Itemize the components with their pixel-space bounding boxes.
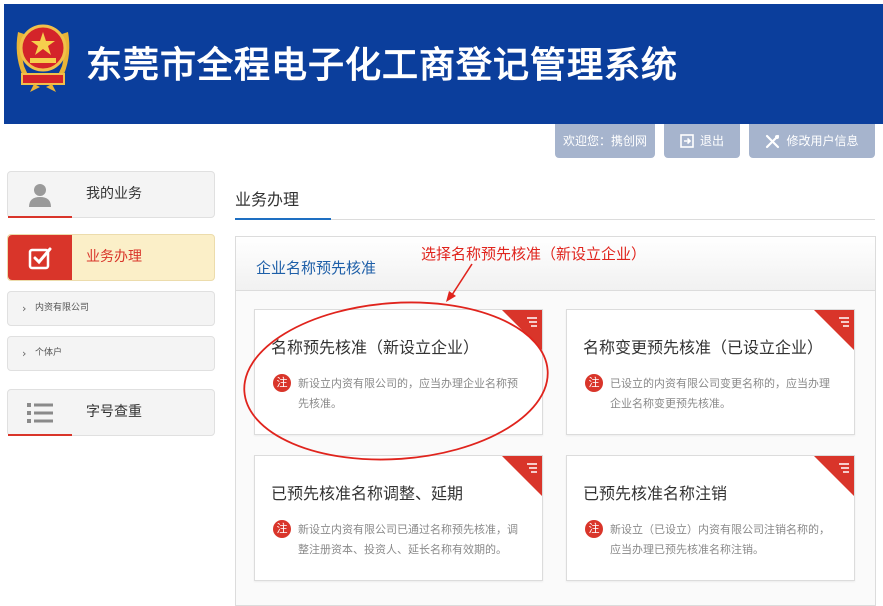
welcome-badge: 欢迎您：携创网	[555, 124, 655, 158]
sidebar-sub-item-domestic-llc[interactable]: › 内资有限公司	[7, 291, 215, 326]
sidebar-item-label: 我的业务	[86, 186, 142, 202]
note-badge-icon: 注	[273, 520, 291, 538]
sidebar-sub-item-individual[interactable]: › 个体户	[7, 336, 215, 371]
tab-bar: 业务办理	[235, 172, 875, 220]
sidebar-sub-item-label: 个体户	[35, 348, 63, 358]
note-badge-icon: 注	[585, 374, 603, 392]
card-description: 新设立内资有限公司已通过名称预先核准，调整注册资本、投资人、延长名称有效期的。	[298, 523, 518, 556]
card-name-cancellation[interactable]: 已预先核准名称注销 注 新设立（已设立）内资有限公司注销名称的，应当办理已预先核…	[566, 455, 855, 581]
card-description: 已设立的内资有限公司变更名称的，应当办理企业名称变更预先核准。	[610, 377, 830, 410]
sidebar-item-label: 业务办理	[86, 249, 142, 265]
chevron-right-icon: ›	[22, 347, 27, 360]
corner-menu-icon	[814, 456, 854, 496]
logout-icon	[680, 134, 694, 148]
logout-button[interactable]: 退出	[664, 124, 740, 158]
user-icon	[8, 172, 72, 217]
welcome-text: 欢迎您：携创网	[563, 134, 648, 148]
logout-label: 退出	[699, 134, 724, 148]
annotation-ellipse-icon	[243, 301, 549, 461]
card-title: 名称变更预先核准（已设立企业）	[583, 338, 824, 357]
app-title: 东莞市全程电子化工商登记管理系统	[86, 45, 679, 86]
sidebar-sub-item-label: 内资有限公司	[35, 303, 90, 313]
national-emblem-icon	[16, 24, 70, 92]
card-title: 已预先核准名称调整、延期	[271, 484, 464, 503]
app-header: 东莞市全程电子化工商登记管理系统	[4, 4, 883, 124]
sidebar-item-name-check[interactable]: 字号查重	[7, 389, 215, 436]
annotation-text: 选择名称预先核准（新设立企业）	[421, 245, 647, 263]
panel-title: 企业名称预先核准	[256, 259, 377, 277]
edit-profile-button[interactable]: 修改用户信息	[749, 124, 875, 158]
card-name-adjust-extend[interactable]: 已预先核准名称调整、延期 注 新设立内资有限公司已通过名称预先核准，调整注册资本…	[254, 455, 543, 581]
sidebar-item-label: 字号查重	[86, 404, 142, 420]
chevron-right-icon: ›	[22, 302, 27, 315]
user-bar: 欢迎您：携创网 退出 修改用户信息	[555, 124, 875, 158]
card-name-change-precheck[interactable]: 名称变更预先核准（已设立企业） 注 已设立的内资有限公司变更名称的，应当办理企业…	[566, 309, 855, 435]
list-icon	[8, 390, 72, 435]
tab-business-handling[interactable]: 业务办理	[235, 186, 299, 210]
note-badge-icon: 注	[585, 520, 603, 538]
edit-profile-label: 修改用户信息	[786, 134, 859, 148]
sidebar-item-my-business[interactable]: 我的业务	[7, 171, 215, 218]
card-title: 已预先核准名称注销	[583, 484, 728, 503]
tools-icon	[766, 134, 780, 148]
card-description: 新设立（已设立）内资有限公司注销名称的，应当办理已预先核准名称注销。	[610, 523, 830, 556]
sidebar-item-business-handling[interactable]: 业务办理	[7, 234, 215, 281]
checkbox-icon	[8, 235, 72, 280]
